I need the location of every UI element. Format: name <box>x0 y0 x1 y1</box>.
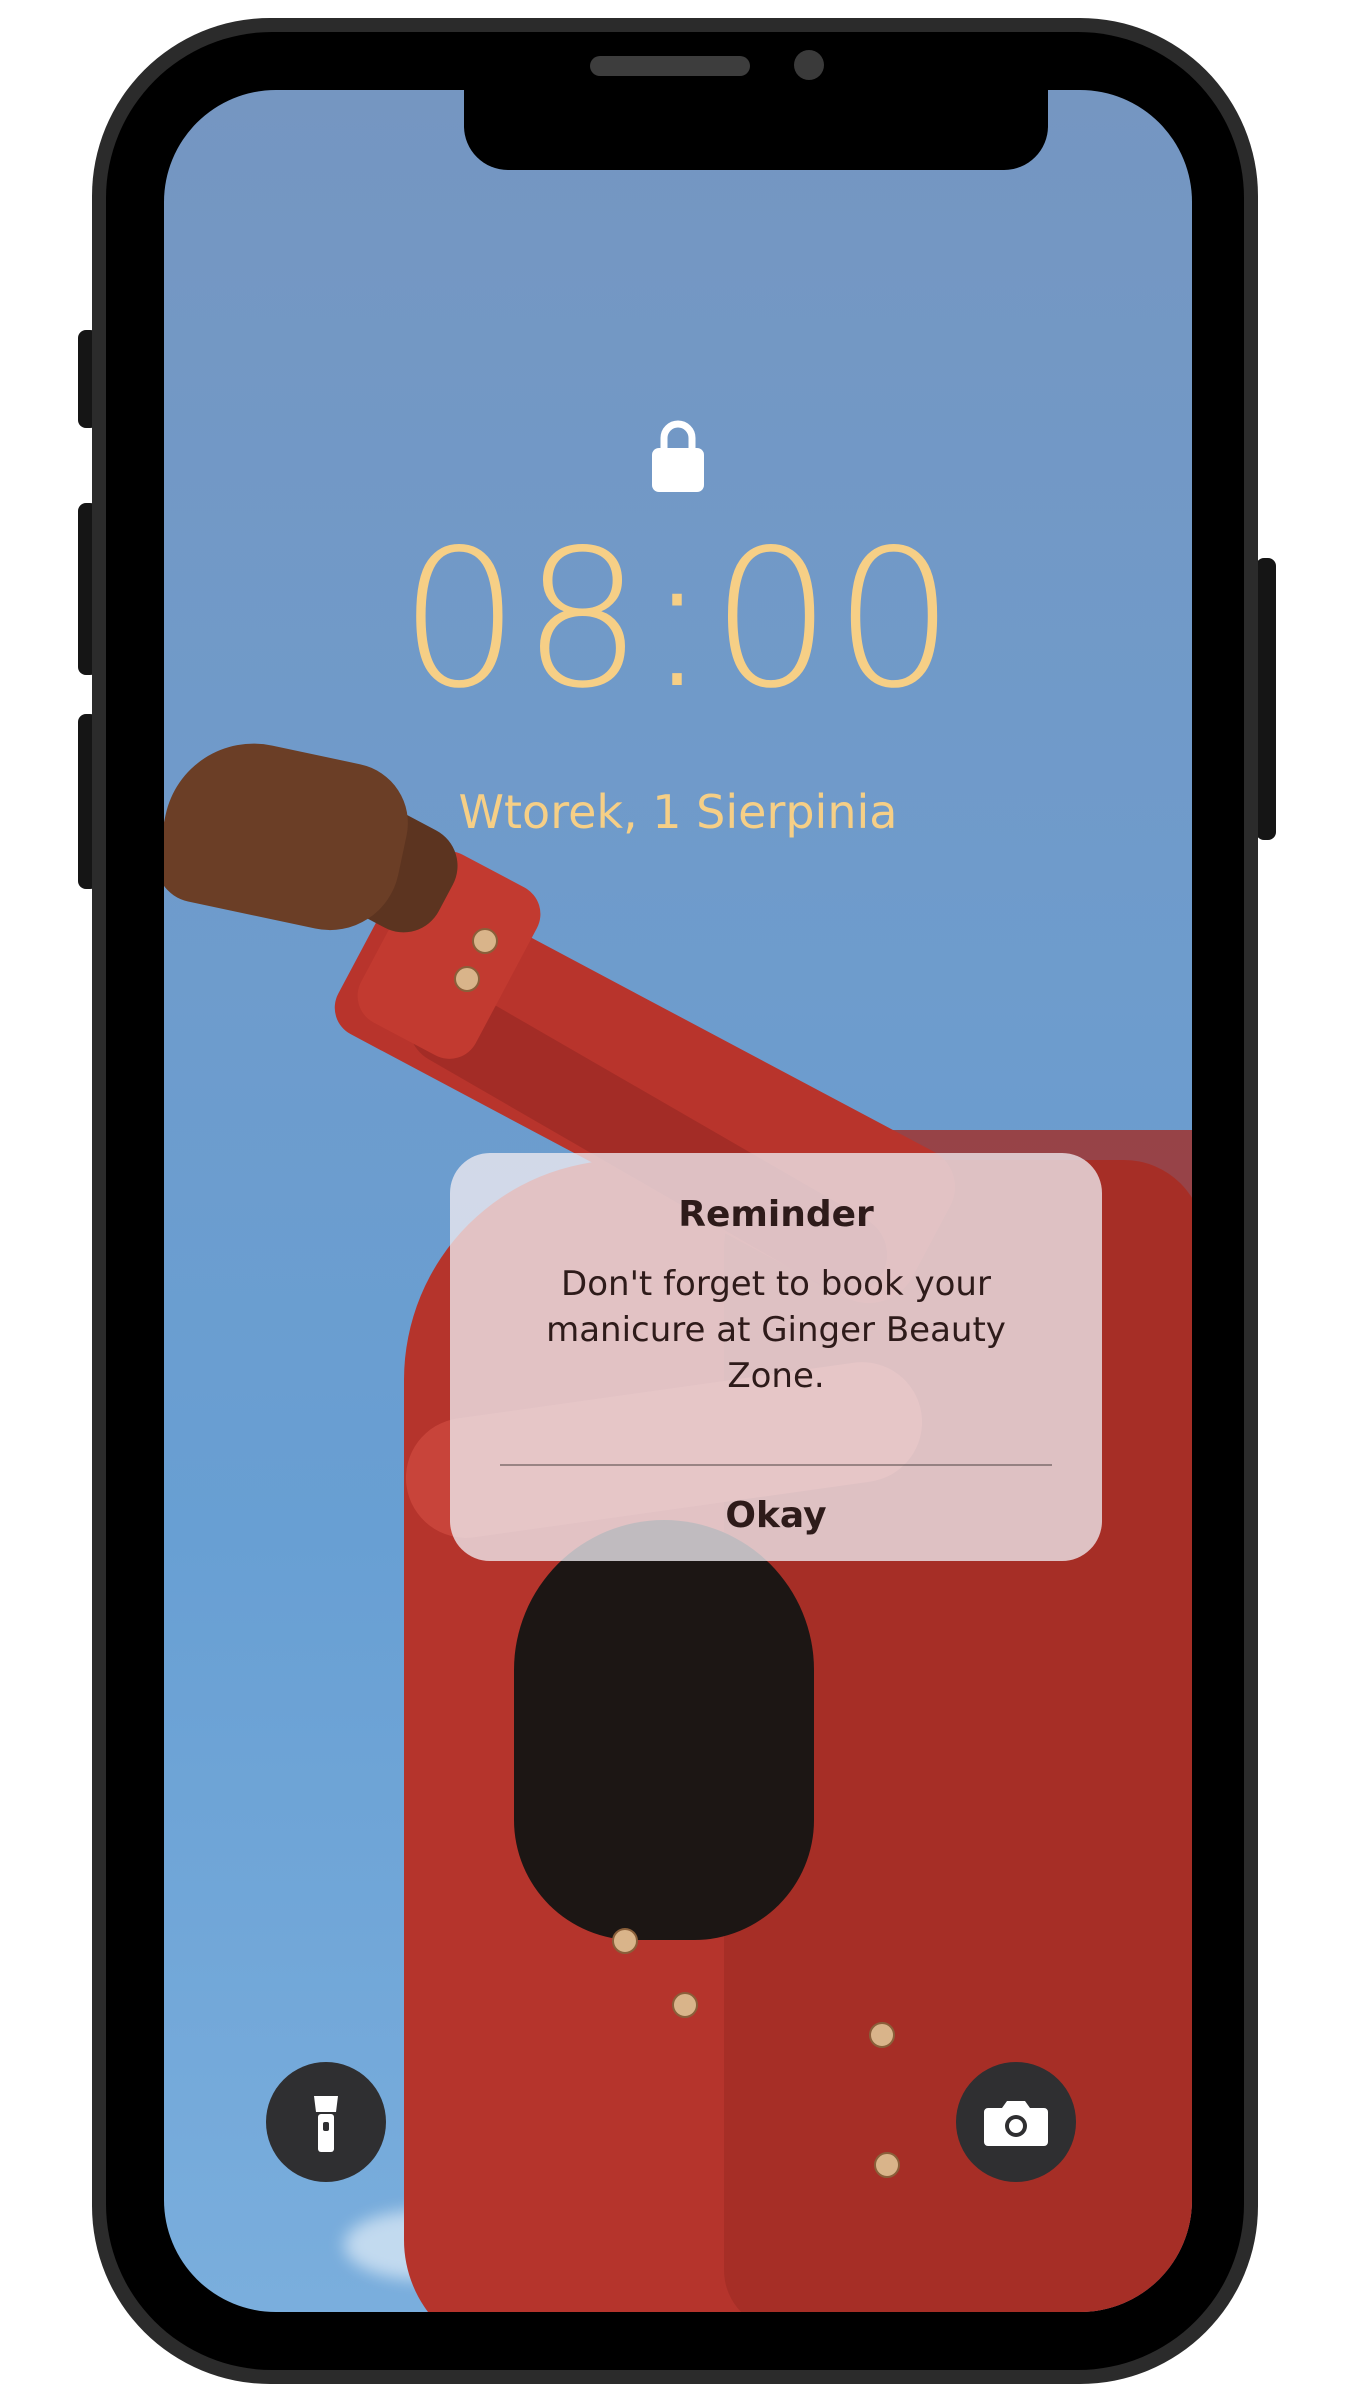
notch <box>464 90 1048 170</box>
shirt-button <box>874 2152 900 2178</box>
earpiece-speaker <box>590 56 750 76</box>
shirt-button <box>454 966 480 992</box>
okay-button[interactable]: Okay <box>450 1471 1102 1561</box>
shirt-button <box>869 2022 895 2048</box>
flashlight-button[interactable] <box>266 2062 386 2182</box>
shirt-button <box>612 1928 638 1954</box>
lock-screen: 08:00 Wtorek, 1 Sierpinia Reminder Don't… <box>164 90 1192 2312</box>
lock-icon <box>652 420 704 492</box>
alert-message: Don't forget to book your manicure at Gi… <box>546 1264 1006 1396</box>
alert-divider <box>500 1464 1052 1466</box>
power-button[interactable] <box>1256 558 1276 840</box>
stage: 08:00 Wtorek, 1 Sierpinia Reminder Don't… <box>0 0 1350 2400</box>
shirt-button <box>472 928 498 954</box>
alert-title: Reminder <box>678 1194 874 1235</box>
flashlight-icon <box>314 2096 338 2152</box>
reminder-alert: Reminder Don't forget to book your manic… <box>450 1153 1102 1561</box>
shirt-button <box>672 1992 698 2018</box>
lock-screen-date: Wtorek, 1 Sierpinia <box>458 785 898 839</box>
camera-button[interactable] <box>956 2062 1076 2182</box>
phone-frame: 08:00 Wtorek, 1 Sierpinia Reminder Don't… <box>92 18 1258 2384</box>
lock-screen-time: 08:00 <box>399 509 957 730</box>
camera-icon <box>984 2101 1048 2146</box>
front-camera <box>794 50 824 80</box>
wallpaper-hair <box>514 1520 814 1940</box>
